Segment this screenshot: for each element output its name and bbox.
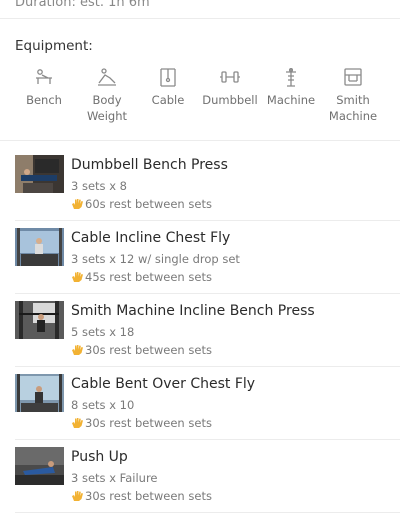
exercise-rest: 60s rest between sets <box>71 197 212 211</box>
equipment-item-dumbbell[interactable]: Dumbbell <box>195 66 265 108</box>
divider <box>15 512 400 513</box>
exercise-item-dumbbell-bench-press[interactable]: Dumbbell Bench Press 3 sets x 8 60s rest… <box>0 148 400 221</box>
equipment-label: Body Weight <box>86 93 128 123</box>
exercise-rest: 30s rest between sets <box>71 489 212 503</box>
equipment-label: Smith Machine <box>328 93 378 123</box>
exercise-thumbnail <box>15 228 64 266</box>
divider <box>0 140 400 141</box>
hand-icon <box>71 417 84 429</box>
exercise-name: Dumbbell Bench Press <box>71 157 228 173</box>
dumbbell-icon <box>219 66 241 88</box>
exercise-item-smith-machine-incline-bench-press[interactable]: Smith Machine Incline Bench Press 5 sets… <box>0 294 400 367</box>
equipment-item-bench[interactable]: Bench <box>9 66 79 108</box>
exercise-thumbnail <box>15 447 64 485</box>
cable-icon <box>157 66 179 88</box>
exercise-rest: 45s rest between sets <box>71 270 212 284</box>
equipment-item-machine[interactable]: Machine <box>256 66 326 108</box>
exercise-thumbnail <box>15 155 64 193</box>
exercise-thumbnail <box>15 374 64 412</box>
exercise-sets: 3 sets x Failure <box>71 471 158 485</box>
exercise-rest: 30s rest between sets <box>71 416 212 430</box>
machine-icon <box>280 66 302 88</box>
exercise-name: Push Up <box>71 449 128 465</box>
exercise-item-cable-bent-over-chest-fly[interactable]: Cable Bent Over Chest Fly 8 sets x 10 30… <box>0 367 400 440</box>
equipment-label: Cable <box>151 93 185 107</box>
exercise-sets: 3 sets x 8 <box>71 179 127 193</box>
equipment-item-cable[interactable]: Cable <box>133 66 203 108</box>
exercise-list: Dumbbell Bench Press 3 sets x 8 60s rest… <box>0 148 400 513</box>
equipment-item-body-weight[interactable]: Body Weight <box>72 66 142 124</box>
exercise-sets: 8 sets x 10 <box>71 398 135 412</box>
equipment-item-smith-machine[interactable]: Smith Machine <box>318 66 388 124</box>
hand-icon <box>71 271 84 283</box>
smith-machine-icon <box>342 66 364 88</box>
exercise-rest: 30s rest between sets <box>71 343 212 357</box>
exercise-item-push-up[interactable]: Push Up 3 sets x Failure 30s rest betwee… <box>0 440 400 513</box>
equipment-list: Bench Body Weight Cable Dumbbell Machine… <box>0 66 400 128</box>
duration-text: Duration: est. 1h 6m <box>15 0 150 10</box>
exercise-name: Smith Machine Incline Bench Press <box>71 303 315 319</box>
exercise-thumbnail <box>15 301 64 339</box>
equipment-label: Bench <box>26 93 62 107</box>
exercise-sets: 5 sets x 18 <box>71 325 135 339</box>
equipment-title: Equipment: <box>15 38 93 54</box>
exercise-name: Cable Incline Chest Fly <box>71 230 231 246</box>
bench-icon <box>33 66 55 88</box>
hand-icon <box>71 344 84 356</box>
equipment-label: Dumbbell <box>202 93 258 107</box>
exercise-item-cable-incline-chest-fly[interactable]: Cable Incline Chest Fly 3 sets x 12 w/ s… <box>0 221 400 294</box>
equipment-label: Machine <box>266 93 316 107</box>
hand-icon <box>71 198 84 210</box>
divider <box>0 18 400 19</box>
bodyweight-icon <box>96 66 118 88</box>
hand-icon <box>71 490 84 502</box>
exercise-name: Cable Bent Over Chest Fly <box>71 376 256 392</box>
exercise-sets: 3 sets x 12 w/ single drop set <box>71 252 240 266</box>
